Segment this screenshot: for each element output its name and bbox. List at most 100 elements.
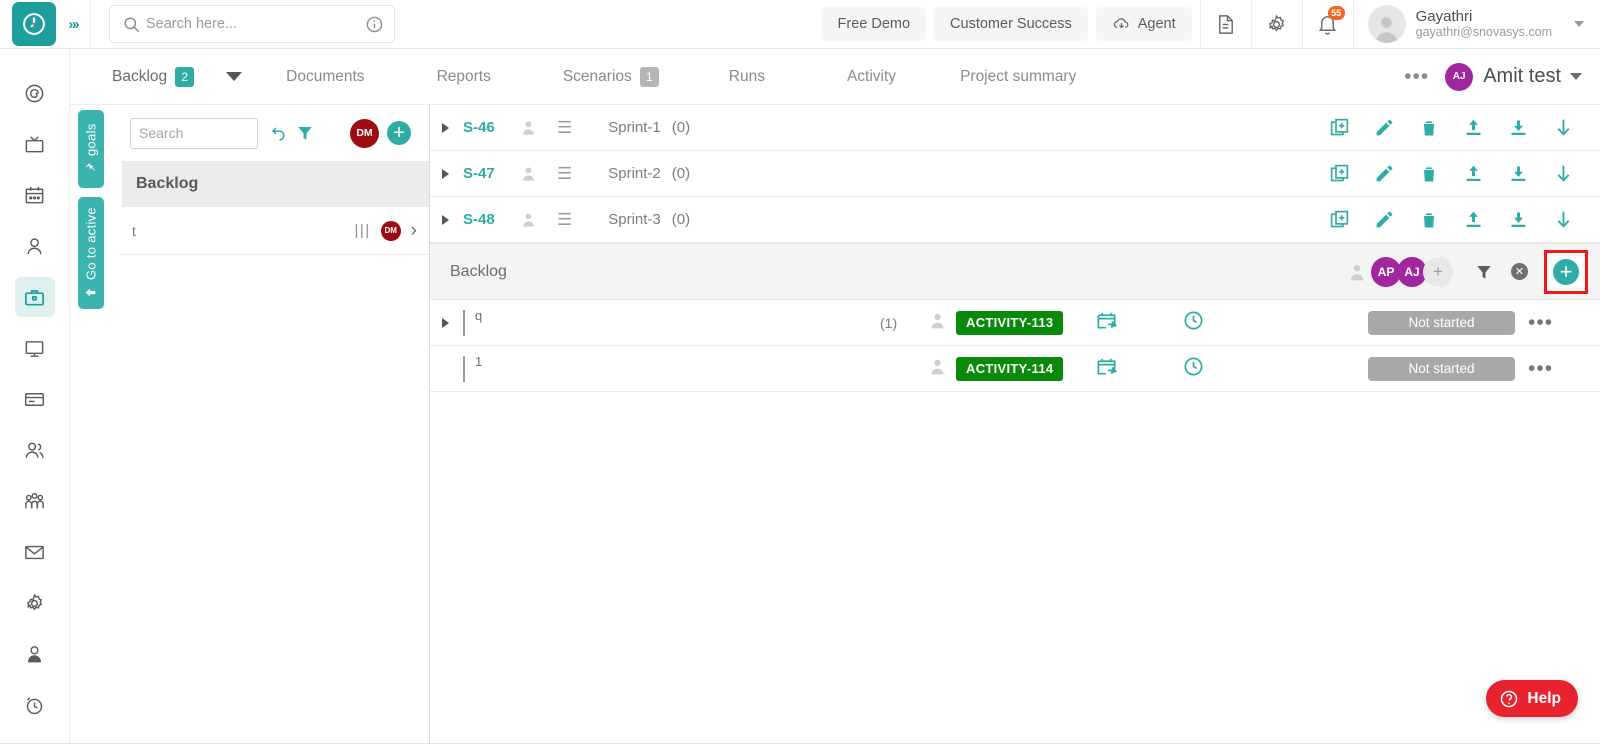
upload-icon[interactable] xyxy=(1463,163,1484,184)
user-grey-icon[interactable] xyxy=(928,311,947,335)
add-goal-button[interactable]: + xyxy=(387,121,411,145)
upload-icon[interactable] xyxy=(1463,117,1484,138)
sidebar-item-teams[interactable] xyxy=(15,481,55,521)
expand-caret-right-icon[interactable] xyxy=(442,123,449,133)
edit-pencil-icon[interactable] xyxy=(1374,117,1395,138)
app-logo[interactable] xyxy=(12,2,56,46)
sprint-row[interactable]: S-48 ☰ Sprint-3 (0) xyxy=(430,197,1600,243)
add-member-button[interactable]: + xyxy=(1423,257,1453,287)
search-box[interactable] xyxy=(109,5,395,43)
clock-icon[interactable] xyxy=(1182,355,1205,383)
download-icon[interactable] xyxy=(1508,209,1529,230)
expand-caret-right-icon[interactable] xyxy=(442,215,449,225)
go-to-active-tab[interactable]: Go to active xyxy=(78,197,104,309)
user-grey-icon[interactable] xyxy=(928,357,947,381)
document-button[interactable] xyxy=(1201,0,1251,49)
user-avatar[interactable] xyxy=(1368,5,1406,43)
delete-trash-icon[interactable] xyxy=(1419,164,1439,184)
sidebar-item-calendar[interactable] xyxy=(15,175,55,215)
customer-success-button[interactable]: Customer Success xyxy=(934,7,1088,41)
info-circle-icon[interactable] xyxy=(365,15,384,34)
project-name[interactable]: Amit test xyxy=(1483,65,1561,88)
move-down-icon[interactable] xyxy=(1553,163,1574,184)
move-down-icon[interactable] xyxy=(1553,117,1574,138)
sidebar-item-projects[interactable] xyxy=(15,277,55,317)
goals-tab[interactable]: goals xyxy=(78,110,104,188)
sidebar-item-profile[interactable] xyxy=(15,226,55,266)
tab-documents[interactable]: Documents xyxy=(286,68,364,86)
project-avatar[interactable]: AJ xyxy=(1445,63,1473,91)
expand-caret-right-icon[interactable] xyxy=(442,318,449,328)
help-button[interactable]: Help xyxy=(1486,680,1578,717)
list-item-avatar[interactable]: DM xyxy=(381,221,401,241)
user-grey-icon[interactable] xyxy=(1347,262,1367,282)
undo-icon[interactable] xyxy=(270,124,289,143)
user-info[interactable]: Gayathri gayathri@snovasys.com xyxy=(1416,8,1552,40)
download-icon[interactable] xyxy=(1508,163,1529,184)
sprint-menu-icon[interactable]: ☰ xyxy=(557,210,572,230)
left-panel-search-input[interactable] xyxy=(130,118,258,149)
tab-runs[interactable]: Runs xyxy=(729,68,765,86)
backlog-dropdown-caret-icon[interactable] xyxy=(226,72,242,81)
activity-badge[interactable]: ACTIVITY-114 xyxy=(956,357,1063,381)
sidebar-item-settings[interactable] xyxy=(15,583,55,623)
calendar-edit-icon[interactable] xyxy=(1095,355,1118,383)
edit-pencil-icon[interactable] xyxy=(1374,209,1395,230)
move-down-icon[interactable] xyxy=(1553,209,1574,230)
user-grey-icon[interactable] xyxy=(517,119,539,136)
sprint-id[interactable]: S-47 xyxy=(463,165,517,182)
add-backlog-item-button[interactable]: + xyxy=(1553,259,1579,285)
delete-trash-icon[interactable] xyxy=(1419,210,1439,230)
sprint-id[interactable]: S-48 xyxy=(463,211,517,228)
sprint-menu-icon[interactable]: ☰ xyxy=(557,118,572,138)
upload-icon[interactable] xyxy=(1463,209,1484,230)
filter-icon[interactable] xyxy=(296,124,314,142)
sprint-row[interactable]: S-47 ☰ Sprint-2 (0) xyxy=(430,151,1600,197)
notifications-button[interactable]: 55 xyxy=(1303,0,1353,49)
sidebar-item-timer[interactable] xyxy=(15,685,55,725)
expand-caret-right-icon[interactable] xyxy=(442,169,449,179)
add-copy-icon[interactable] xyxy=(1329,163,1350,184)
sprint-id[interactable]: S-46 xyxy=(463,119,517,136)
calendar-edit-icon[interactable] xyxy=(1095,309,1118,337)
chevron-right-icon[interactable]: › xyxy=(411,220,417,242)
add-copy-icon[interactable] xyxy=(1329,117,1350,138)
settings-button[interactable] xyxy=(1252,0,1302,49)
status-badge[interactable]: Not started xyxy=(1368,357,1515,381)
status-badge[interactable]: Not started xyxy=(1368,311,1515,335)
tab-reports[interactable]: Reports xyxy=(437,68,491,86)
clock-icon[interactable] xyxy=(1182,309,1205,337)
sidebar-item-people[interactable] xyxy=(15,430,55,470)
sidebar-item-monitor[interactable] xyxy=(15,328,55,368)
filter-icon[interactable] xyxy=(1475,263,1493,281)
user-menu-caret-icon[interactable] xyxy=(1574,21,1584,27)
sidebar-item-tv[interactable] xyxy=(15,124,55,164)
tab-backlog[interactable]: Backlog 2 xyxy=(112,67,194,87)
user-grey-icon[interactable] xyxy=(517,165,539,182)
delete-trash-icon[interactable] xyxy=(1419,118,1439,138)
table-row[interactable]: 1 ACTIVITY-114 Not started ••• xyxy=(430,346,1600,392)
row-more-horizontal-icon[interactable]: ••• xyxy=(1528,319,1553,327)
sidebar-item-mail[interactable] xyxy=(15,532,55,572)
project-caret-down-icon[interactable] xyxy=(1570,73,1582,80)
table-row[interactable]: q (1) ACTIVITY-113 Not started ••• xyxy=(430,300,1600,346)
user-grey-icon[interactable] xyxy=(517,211,539,228)
search-input[interactable] xyxy=(120,16,365,32)
tab-project-summary[interactable]: Project summary xyxy=(960,68,1076,86)
list-item[interactable]: t ||| DM › xyxy=(118,207,429,255)
member-avatar[interactable]: DM xyxy=(350,119,379,148)
chevron-double-right-icon[interactable]: »› xyxy=(56,0,90,49)
sprint-row[interactable]: S-46 ☰ Sprint-1 (0) xyxy=(430,105,1600,151)
grip-icon[interactable]: ||| xyxy=(354,222,370,239)
clear-filter-icon[interactable]: ✕ xyxy=(1511,263,1528,280)
sprint-menu-icon[interactable]: ☰ xyxy=(557,164,572,184)
agent-button[interactable]: Agent xyxy=(1096,7,1192,41)
tab-activity[interactable]: Activity xyxy=(847,68,896,86)
activity-badge[interactable]: ACTIVITY-113 xyxy=(956,311,1063,335)
more-horizontal-icon[interactable]: ••• xyxy=(1404,72,1429,82)
free-demo-button[interactable]: Free Demo xyxy=(822,7,927,41)
download-icon[interactable] xyxy=(1508,117,1529,138)
tab-scenarios[interactable]: Scenarios 1 xyxy=(563,67,659,87)
sidebar-item-account[interactable] xyxy=(15,634,55,674)
sidebar-item-dashboard[interactable] xyxy=(15,73,55,113)
